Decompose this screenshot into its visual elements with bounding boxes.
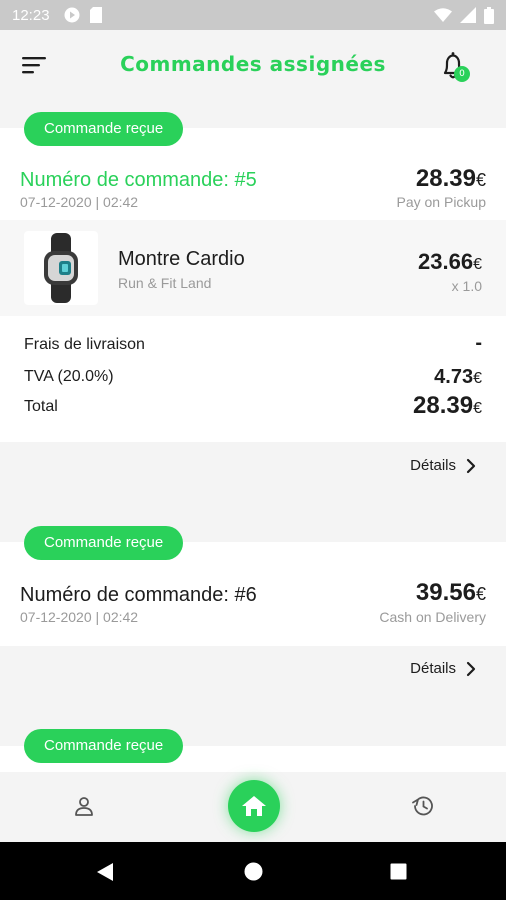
payment-method: Cash on Delivery: [379, 609, 486, 625]
smartwatch-image: [44, 233, 78, 303]
profile-icon: [75, 797, 93, 816]
delivery-fee-label: Frais de livraison: [24, 336, 145, 353]
order-total-value: 39.56: [415, 579, 476, 606]
product-price: 23.66€: [418, 249, 482, 275]
orders-list[interactable]: Numéro de commande: #5 07-12-2020 | 02:4…: [0, 102, 506, 772]
chevron-right-icon: [466, 661, 476, 676]
currency-symbol: €: [475, 170, 486, 190]
system-recents-button[interactable]: [390, 863, 407, 884]
bottom-navigation: [0, 772, 506, 842]
signal-icon: [460, 7, 476, 23]
tax-label: TVA (20.0%): [24, 368, 114, 385]
recents-icon: [390, 863, 407, 880]
currency-symbol: €: [473, 400, 482, 417]
wifi-icon: [434, 8, 452, 22]
system-back-button[interactable]: [96, 862, 114, 886]
history-icon: [412, 796, 433, 816]
order-date: 07-12-2020 | 02:42: [20, 609, 139, 625]
status-badge: Commande reçue: [24, 112, 184, 146]
history-tab[interactable]: [410, 793, 436, 819]
battery-icon: [484, 6, 494, 24]
order-item-row[interactable]: Montre Cardio Run & Fit Land 23.66€ x 1.…: [0, 220, 506, 316]
circle-home-icon: [244, 862, 263, 881]
delivery-fee-value: -: [475, 332, 482, 354]
order-date: 07-12-2020 | 02:42: [20, 194, 139, 210]
app-screen: 12:23 Commandes assignées 0 Numéro de co…: [0, 0, 506, 900]
total-amount: 28.39: [413, 392, 474, 419]
status-bar: 12:23: [0, 0, 506, 30]
tax-value: 4.73€: [434, 366, 482, 389]
currency-symbol: €: [473, 370, 482, 387]
status-right-icons: [434, 6, 494, 24]
product-store: Run & Fit Land: [118, 275, 212, 291]
total-value: 28.39€: [413, 392, 482, 420]
total-label: Total: [24, 398, 58, 415]
app-bar: Commandes assignées 0: [0, 30, 506, 102]
details-button[interactable]: Détails: [410, 457, 476, 474]
profile-tab[interactable]: [72, 794, 96, 818]
details-label: Détails: [410, 660, 456, 677]
google-play-icon: [64, 7, 80, 23]
payment-method: Pay on Pickup: [396, 194, 487, 210]
home-icon: [242, 796, 266, 816]
status-left-icons: [64, 7, 102, 23]
order-number: Numéro de commande: #5: [20, 169, 257, 191]
currency-symbol: €: [475, 584, 486, 604]
back-icon: [97, 863, 113, 881]
order-total-value: 28.39: [415, 165, 476, 192]
system-home-button[interactable]: [244, 862, 263, 885]
product-price-value: 23.66: [418, 249, 474, 274]
status-time: 12:23: [12, 6, 50, 24]
details-button[interactable]: Détails: [410, 660, 476, 677]
tax-amount: 4.73: [434, 366, 474, 388]
page-title: Commandes assignées: [120, 52, 386, 76]
status-badge: Commande reçue: [24, 526, 184, 560]
product-name: Montre Cardio: [118, 248, 245, 270]
product-image: [24, 231, 98, 305]
order-total: 39.56€: [416, 579, 486, 607]
notification-badge: 0: [454, 66, 470, 82]
chevron-right-icon: [466, 458, 476, 473]
sd-card-icon: [89, 7, 102, 23]
system-navigation-bar: [0, 842, 506, 900]
order-summary: Frais de livraison - TVA (20.0%) 4.73€ T…: [0, 316, 506, 442]
order-total: 28.39€: [416, 165, 486, 193]
currency-symbol: €: [473, 256, 482, 273]
product-quantity: x 1.0: [451, 278, 482, 294]
status-badge: Commande reçue: [24, 729, 184, 763]
details-label: Détails: [410, 457, 456, 474]
home-tab[interactable]: [228, 780, 280, 832]
order-number: Numéro de commande: #6: [20, 584, 257, 606]
